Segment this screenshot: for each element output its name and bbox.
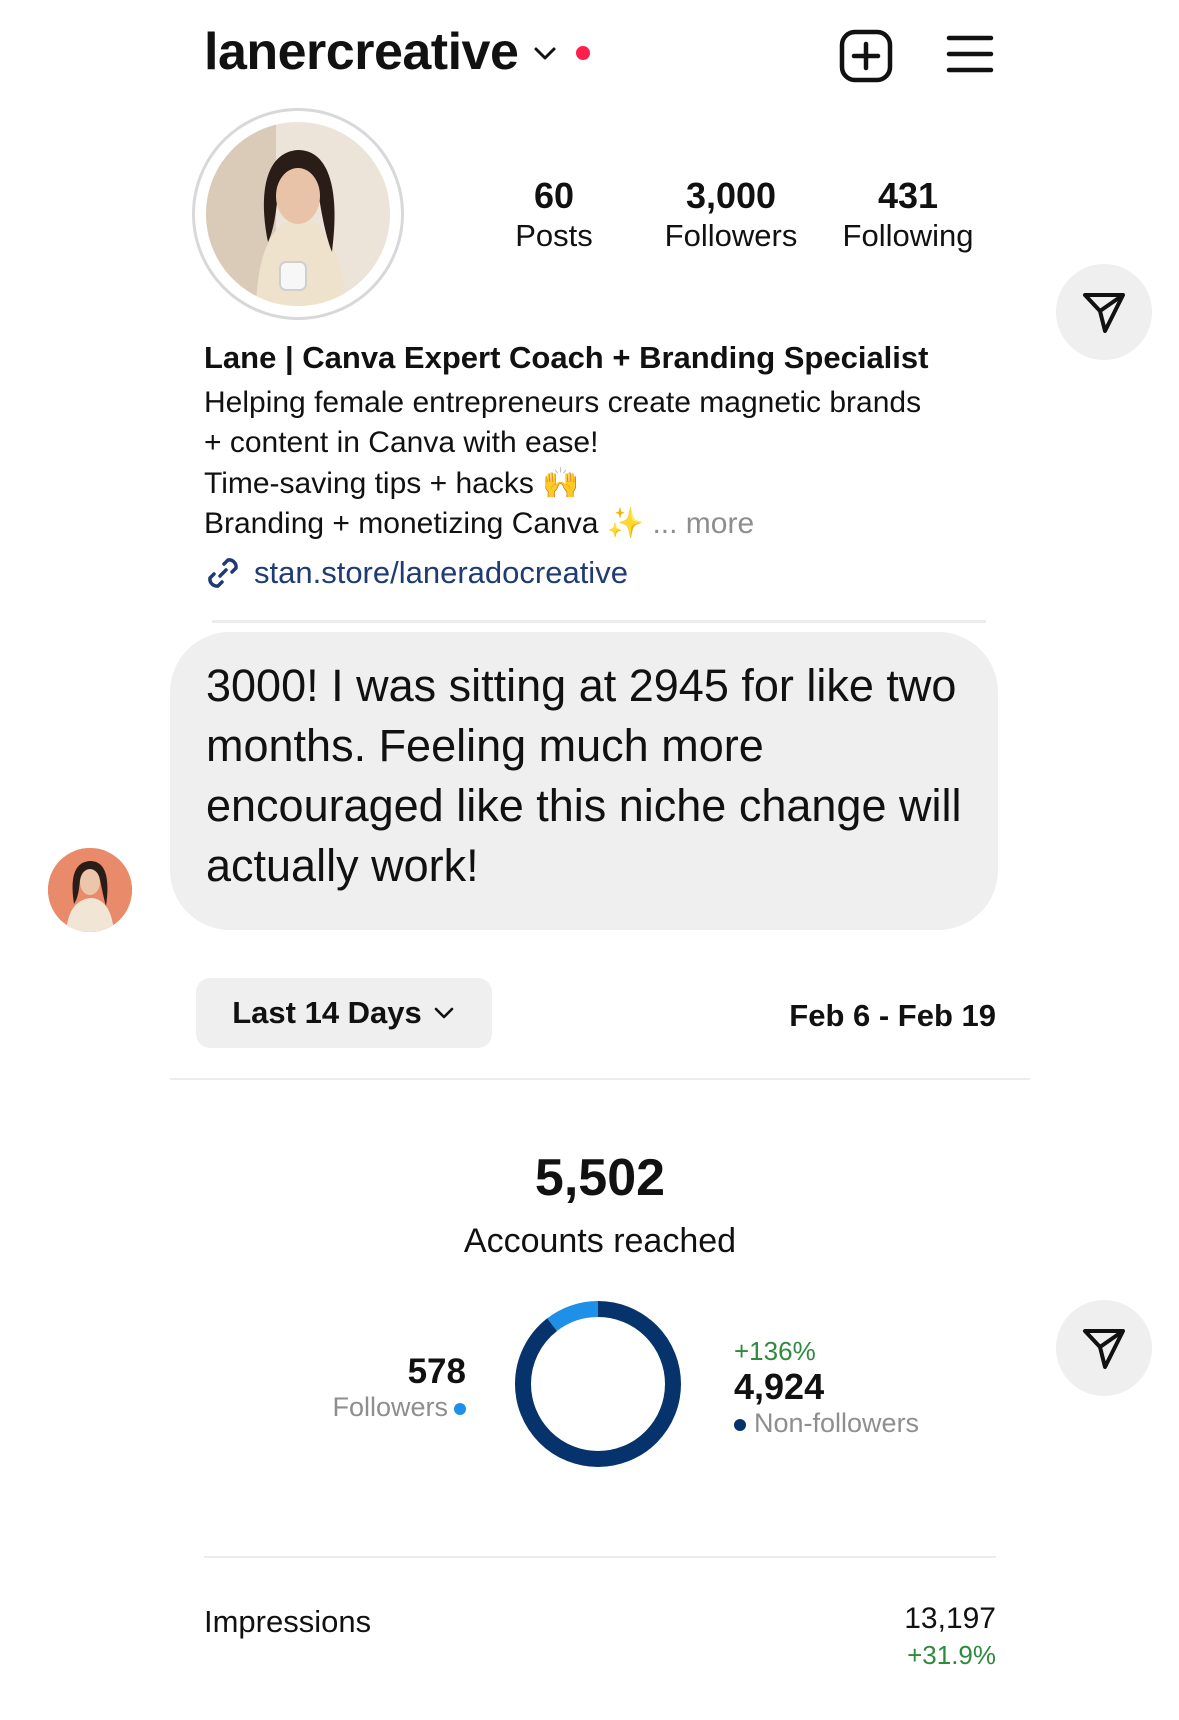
followers-reached-legend: Followers [280, 1392, 466, 1423]
impressions-value: 13,197 [904, 1602, 996, 1635]
raising-hands-emoji: 🙌 [542, 467, 580, 500]
bio-line-text: Branding + monetizing Canva [204, 507, 599, 540]
notification-dot [576, 46, 590, 60]
bio-line: Helping female entrepreneurs create magn… [204, 386, 922, 419]
audience-donut-chart [515, 1301, 681, 1467]
followers-legend-dot [454, 1402, 466, 1415]
bio-line: Branding + monetizing Canva ✨ ... more [204, 506, 754, 541]
followers-count: 3,000 [685, 175, 777, 216]
hamburger-menu-icon[interactable] [946, 32, 994, 76]
divider [170, 1078, 1030, 1080]
following-stat[interactable]: 431 Following [823, 176, 993, 256]
profile-link-text: stan.store/laneradocreative [254, 555, 628, 590]
bio-line: + content in Canva with ease! [204, 426, 599, 459]
nonfollowers-reached-label: Non-followers [754, 1408, 920, 1438]
following-label: Following [842, 218, 974, 253]
send-icon [1083, 1329, 1125, 1369]
followers-reached-value: 578 [407, 1352, 466, 1391]
sender-avatar[interactable] [48, 848, 132, 932]
date-range-label: Last 14 Days [232, 995, 422, 1030]
message-text: 3000! I was sitting at 2945 for like two… [206, 660, 962, 891]
bio-line: Time-saving tips + hacks 🙌 [204, 466, 580, 501]
impressions-label: Impressions [204, 1604, 372, 1639]
nonfollowers-reached-legend: Non-followers [734, 1408, 919, 1439]
plus-square-icon[interactable] [838, 28, 894, 84]
nonfollowers-change: +136% [734, 1336, 816, 1366]
date-range-text: Feb 6 - Feb 19 [789, 998, 996, 1033]
more-link[interactable]: ... more [652, 507, 754, 540]
profile-avatar[interactable] [206, 122, 390, 306]
accounts-reached-value: 5,502 [534, 1149, 666, 1207]
send-icon [1083, 293, 1125, 333]
followers-reached-label: Followers [332, 1392, 448, 1422]
share-button[interactable] [1056, 1300, 1152, 1396]
divider [212, 620, 986, 623]
chevron-down-icon[interactable] [532, 40, 558, 66]
bio-line-text: Time-saving tips + hacks [204, 467, 534, 500]
posts-label: Posts [515, 218, 593, 253]
sparkles-emoji: ✨ [606, 507, 645, 540]
followers-label: Followers [664, 218, 798, 253]
profile-name: Lane | Canva Expert Coach + Branding Spe… [204, 340, 929, 375]
share-button[interactable] [1056, 264, 1152, 360]
accounts-reached-label: Accounts reached [463, 1222, 737, 1260]
account-username[interactable]: lanercreative [204, 22, 519, 82]
date-range-dropdown[interactable]: Last 14 Days [196, 978, 492, 1048]
link-icon [208, 558, 238, 588]
profile-link[interactable]: stan.store/laneradocreative [204, 554, 628, 592]
nonfollowers-legend-dot [734, 1418, 746, 1431]
posts-count: 60 [533, 175, 575, 216]
posts-stat[interactable]: 60 Posts [469, 176, 639, 256]
followers-stat[interactable]: 3,000 Followers [646, 176, 816, 256]
donut-segment-followers [515, 1301, 681, 1467]
following-count: 431 [877, 175, 939, 216]
nonfollowers-reached-value: 4,924 [734, 1366, 825, 1407]
impressions-change: +31.9% [907, 1640, 996, 1670]
divider [204, 1556, 996, 1558]
donut-segment-nonfollowers [515, 1301, 681, 1467]
chevron-down-icon [434, 1007, 454, 1019]
